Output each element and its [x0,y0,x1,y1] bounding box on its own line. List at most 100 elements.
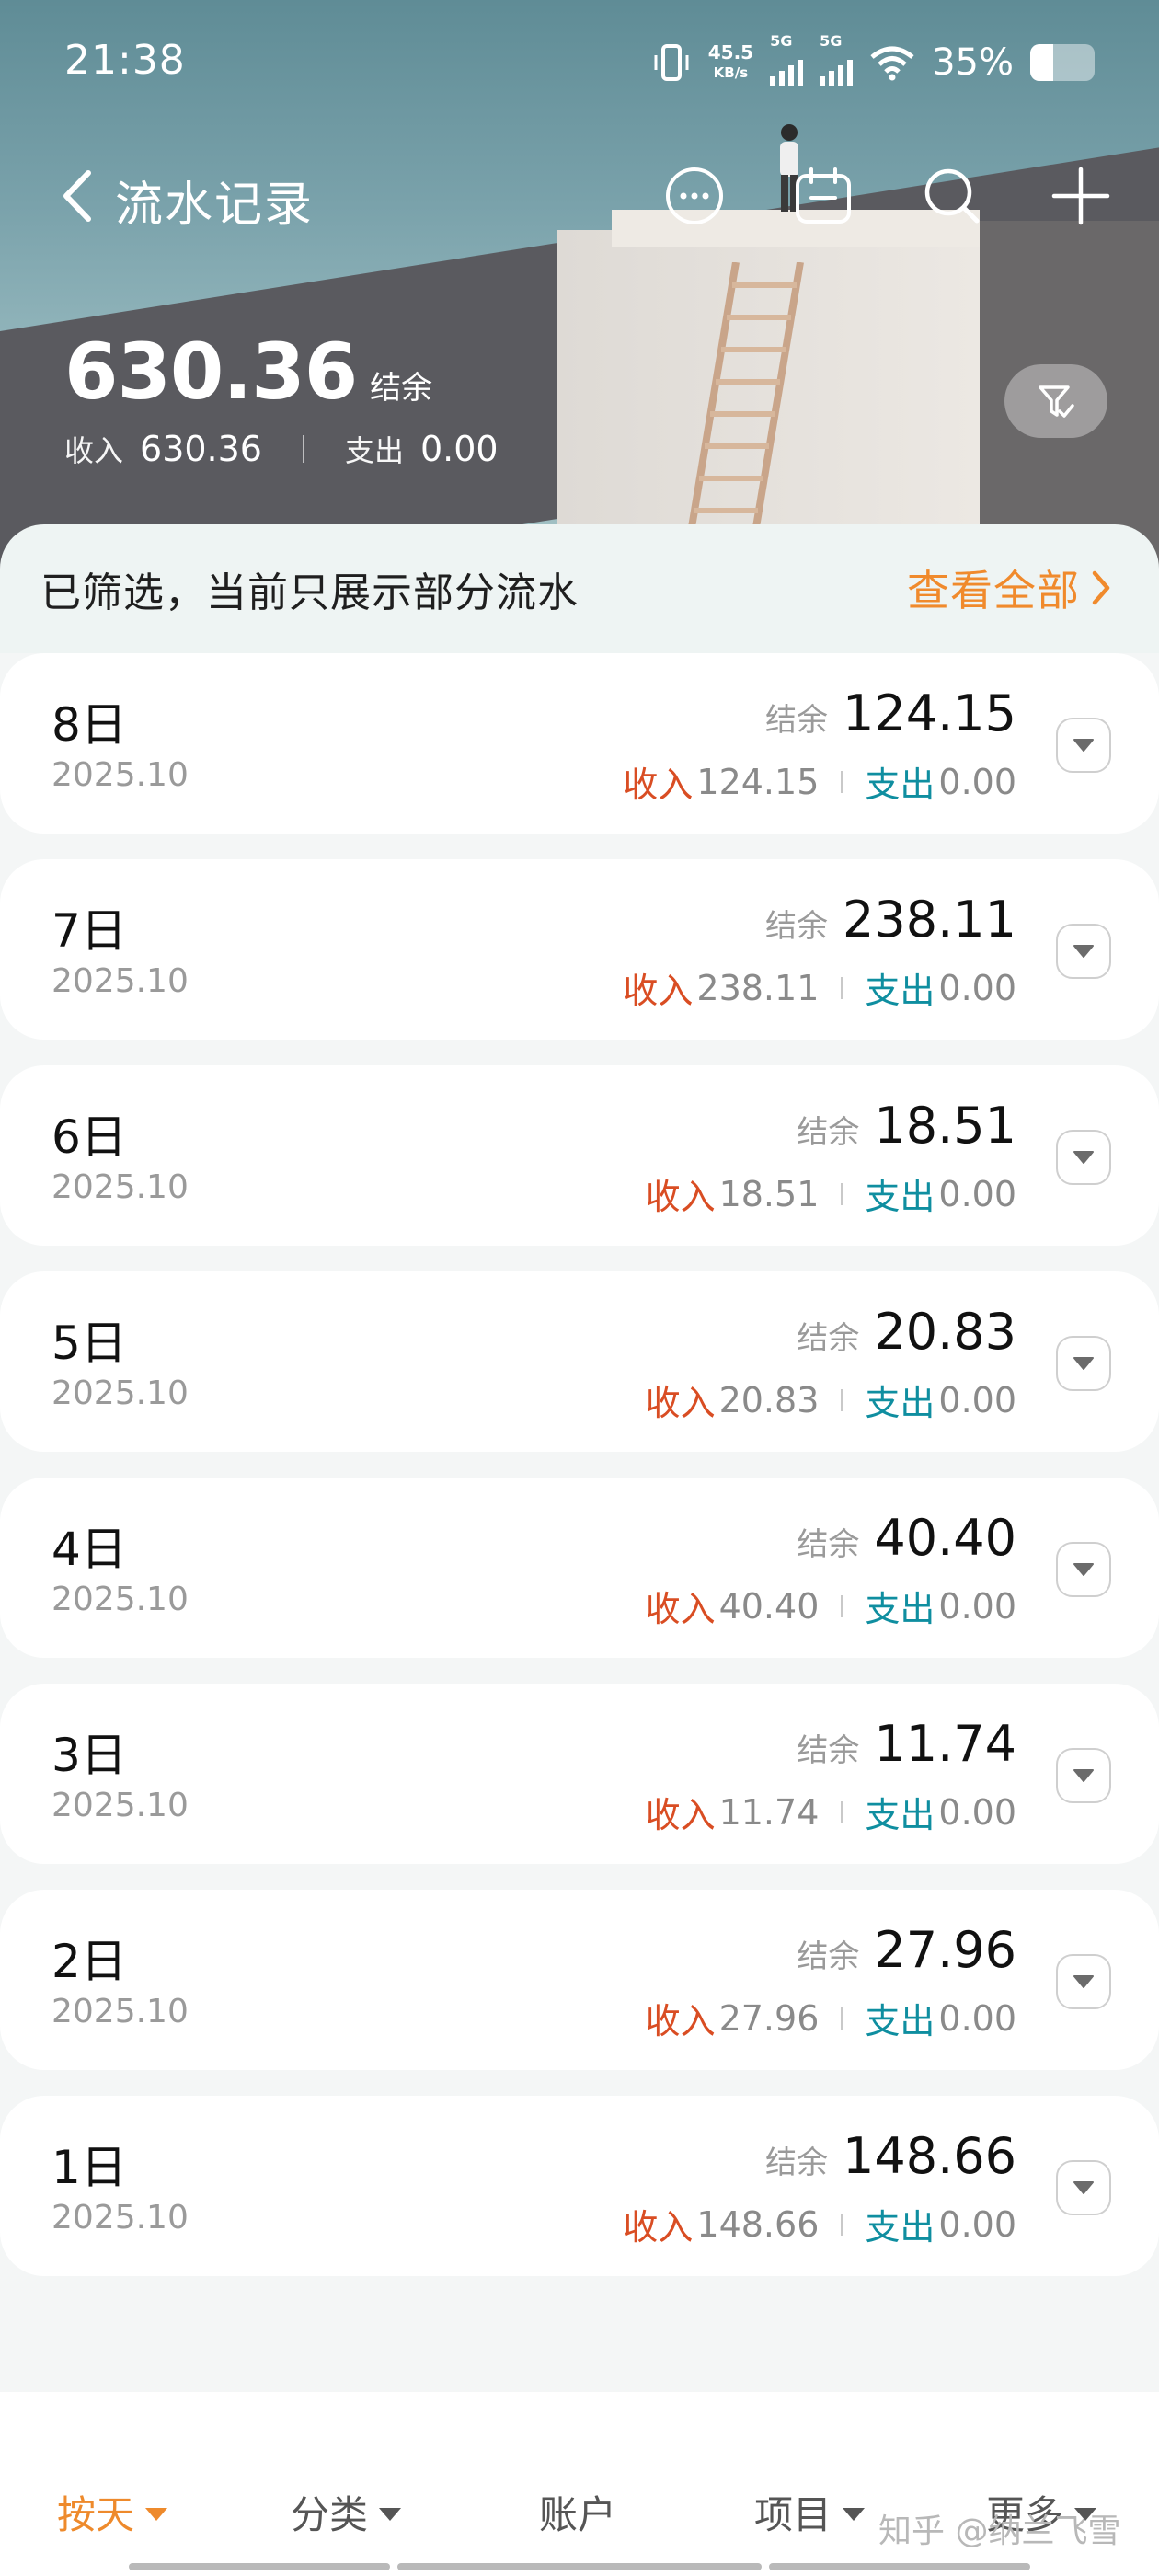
expand-button[interactable] [1056,1954,1111,2009]
day-card[interactable]: 6日 2025.10 结余 18.51 收入 18.51 支出 0.00 [0,1065,1159,1246]
day-month: 2025.10 [52,1993,189,2030]
day-income-label: 收入 [645,1795,716,1835]
day-label: 5日 [52,1317,127,1370]
tab-label: 按天 [57,2492,135,2537]
day-income-value: 238.11 [696,967,820,1008]
day-month: 2025.10 [52,1168,189,1206]
day-income-label: 收入 [623,2207,694,2248]
home-indicator [769,2563,1030,2570]
expand-button[interactable] [1056,1542,1111,1597]
caret-down-icon [1073,1151,1094,1164]
day-month: 2025.10 [52,2199,189,2237]
tab-1[interactable]: 分类 [291,2484,402,2540]
day-income-value: 148.66 [696,2203,820,2245]
divider [302,435,304,463]
day-card[interactable]: 8日 2025.10 结余 124.15 收入 124.15 支出 0.00 [0,653,1159,834]
day-label: 3日 [52,1729,127,1782]
divider [841,770,843,793]
day-balance-value: 238.11 [843,891,1016,949]
day-balance-value: 11.74 [874,1715,1016,1773]
filter-banner-text: 已筛选，当前只展示部分流水 [40,569,579,616]
expand-button[interactable] [1056,1336,1111,1391]
page-title: 流水记录 [115,178,315,233]
day-expense-value: 0.00 [938,761,1016,802]
caret-down-icon [1073,1563,1094,1576]
day-income-expense: 收入 238.11 支出 0.00 [623,962,1016,1013]
divider [841,2213,843,2236]
divider [841,1594,843,1617]
header-banner: 21:38 45.5 KB/s 5G 5G 35% 流水记录 630.36 结余… [0,0,1159,589]
day-expense-label: 支出 [865,1177,935,1217]
day-balance-value: 27.96 [874,1921,1016,1979]
battery-icon [1030,44,1095,81]
day-month: 2025.10 [52,1581,189,1618]
day-label: 4日 [52,1523,127,1576]
more-icon[interactable] [664,166,725,226]
day-income-value: 124.15 [696,761,820,802]
day-expense-label: 支出 [865,1589,935,1629]
caret-down-icon [1073,1357,1094,1370]
day-card[interactable]: 5日 2025.10 结余 20.83 收入 20.83 支出 0.00 [0,1271,1159,1452]
watermark: 知乎 @纳兰飞雪 [878,2513,1121,2550]
calendar-icon[interactable] [793,166,854,226]
total-balance-label: 结余 [370,370,433,407]
day-month: 2025.10 [52,1374,189,1412]
view-all-label: 查看全部 [907,566,1080,615]
tab-3[interactable]: 项目 [754,2484,866,2540]
total-balance: 630.36 结余 [64,327,432,417]
vibrate-icon [654,44,689,81]
day-card[interactable]: 3日 2025.10 结余 11.74 收入 11.74 支出 0.00 [0,1684,1159,1864]
tab-0[interactable]: 按天 [57,2484,168,2540]
expense-label: 支出 [344,433,404,468]
day-balance: 结余 11.74 [797,1715,1016,1773]
top-nav: 流水记录 [0,147,1159,239]
expand-button[interactable] [1056,1748,1111,1803]
view-all-link[interactable]: 查看全部 [907,558,1113,618]
clock: 21:38 [64,37,186,84]
day-card[interactable]: 1日 2025.10 结余 148.66 收入 148.66 支出 0.00 [0,2096,1159,2276]
day-expense-label: 支出 [865,765,935,805]
back-icon[interactable] [55,164,101,228]
expand-button[interactable] [1056,2160,1111,2215]
filter-banner: 已筛选，当前只展示部分流水 查看全部 [0,524,1159,653]
day-expense-value: 0.00 [938,1997,1016,2039]
search-icon[interactable] [922,166,982,226]
signal-2-icon: 5G [820,32,854,86]
filter-icon [1039,385,1074,418]
day-label: 7日 [52,904,127,958]
day-income-expense: 收入 124.15 支出 0.00 [623,756,1016,807]
day-label: 2日 [52,1935,127,1988]
day-card[interactable]: 4日 2025.10 结余 40.40 收入 40.40 支出 0.00 [0,1478,1159,1658]
day-income-label: 收入 [645,2001,716,2041]
day-expense-value: 0.00 [938,1379,1016,1420]
day-balance-label: 结余 [797,1320,860,1357]
day-expense-label: 支出 [865,971,935,1011]
chevron-right-icon [1092,570,1110,605]
signal-1-label: 5G [770,32,793,50]
day-balance-label: 结余 [797,1732,860,1769]
status-bar: 21:38 45.5 KB/s 5G 5G 35% [0,0,1159,124]
divider [841,1388,843,1411]
tab-2[interactable]: 账户 [539,2484,616,2540]
day-expense-value: 0.00 [938,1585,1016,1627]
day-balance-label: 结余 [765,2145,829,2181]
day-month: 2025.10 [52,756,189,794]
day-balance-value: 148.66 [843,2127,1016,2185]
expand-button[interactable] [1056,1130,1111,1185]
day-expense-value: 0.00 [938,1173,1016,1214]
filter-button[interactable] [1004,364,1107,438]
tab-label: 分类 [291,2492,369,2537]
caret-down-icon [1073,1769,1094,1782]
caret-down-icon [145,2507,168,2521]
day-balance-value: 18.51 [874,1097,1016,1155]
day-balance-label: 结余 [797,1938,860,1975]
day-income-value: 11.74 [718,1791,820,1833]
day-card[interactable]: 7日 2025.10 结余 238.11 收入 238.11 支出 0.00 [0,859,1159,1040]
expand-button[interactable] [1056,718,1111,773]
expand-button[interactable] [1056,924,1111,979]
day-income-value: 40.40 [718,1585,820,1627]
day-balance: 结余 238.11 [765,891,1016,949]
day-income-value: 20.83 [718,1379,820,1420]
day-card[interactable]: 2日 2025.10 结余 27.96 收入 27.96 支出 0.00 [0,1890,1159,2070]
add-icon[interactable] [1050,166,1111,226]
